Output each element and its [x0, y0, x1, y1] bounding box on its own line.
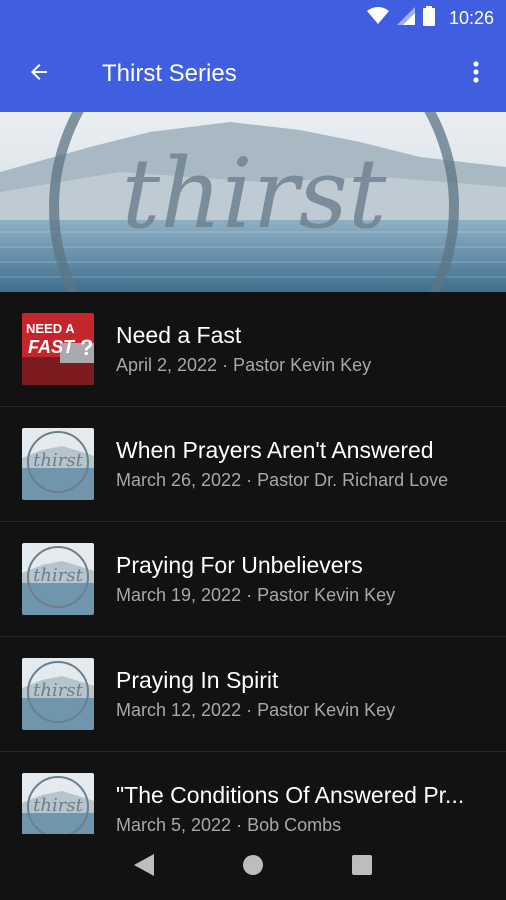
svg-text:thirst: thirst — [33, 795, 83, 816]
app-bar: Thirst Series — [0, 36, 506, 112]
list-item[interactable]: NEED A FAST ? Need a Fast April 2, 2022 … — [0, 292, 506, 407]
system-nav-bar — [0, 834, 506, 900]
item-title: Praying In Spirit — [116, 667, 279, 693]
item-title: When Prayers Aren't Answered — [116, 437, 434, 463]
item-subtitle: April 2, 2022 · Pastor Kevin Key — [116, 355, 372, 375]
item-subtitle: March 12, 2022 · Pastor Kevin Key — [116, 700, 396, 720]
nav-back-button[interactable] — [124, 847, 164, 887]
home-circle-icon — [242, 854, 264, 881]
item-subtitle: March 5, 2022 · Bob Combs — [116, 815, 342, 834]
status-time: 10:26 — [448, 7, 494, 28]
list-item[interactable]: thirst Praying In Spirit March 12, 2022 … — [0, 637, 506, 752]
svg-text:NEED A: NEED A — [26, 321, 75, 336]
svg-text:thirst: thirst — [33, 450, 83, 471]
arrow-back-icon — [27, 60, 51, 89]
thumbnail-need-a-fast: NEED A FAST ? — [22, 313, 94, 385]
thumbnail-thirst: thirst — [22, 773, 94, 834]
list-item[interactable]: thirst When Prayers Aren't Answered Marc… — [0, 407, 506, 522]
page-title: Thirst Series — [102, 60, 237, 87]
more-options-button[interactable] — [446, 36, 506, 112]
status-bar: 10:26 — [0, 0, 506, 36]
item-title: Praying For Unbelievers — [116, 552, 363, 578]
svg-text:thirst: thirst — [33, 680, 83, 701]
wifi-icon — [366, 6, 389, 30]
recents-square-icon — [351, 854, 372, 880]
nav-recents-button[interactable] — [342, 847, 382, 887]
svg-text:FAST: FAST — [28, 337, 76, 357]
cell-signal-icon — [396, 6, 415, 30]
thumbnail-thirst: thirst — [22, 543, 94, 615]
series-logo-text: thirst — [122, 138, 387, 250]
back-button[interactable] — [0, 36, 78, 112]
series-banner: thirst — [0, 112, 506, 292]
thumbnail-thirst: thirst — [22, 658, 94, 730]
list-item[interactable]: thirst Praying For Unbelievers March 19,… — [0, 522, 506, 637]
item-title: "The Conditions Of Answered Pr... — [116, 782, 465, 808]
thumbnail-thirst: thirst — [22, 428, 94, 500]
svg-text:thirst: thirst — [33, 565, 83, 586]
battery-icon — [422, 5, 435, 31]
nav-home-button[interactable] — [233, 847, 273, 887]
more-vert-icon — [473, 60, 479, 89]
svg-text:?: ? — [80, 335, 93, 360]
back-triangle-icon — [134, 853, 155, 881]
sermon-list: NEED A FAST ? Need a Fast April 2, 2022 … — [0, 292, 506, 834]
list-item[interactable]: thirst "The Conditions Of Answered Pr...… — [0, 752, 506, 834]
item-subtitle: March 19, 2022 · Pastor Kevin Key — [116, 585, 396, 605]
item-title: Need a Fast — [116, 322, 242, 348]
item-subtitle: March 26, 2022 · Pastor Dr. Richard Love — [116, 470, 449, 490]
